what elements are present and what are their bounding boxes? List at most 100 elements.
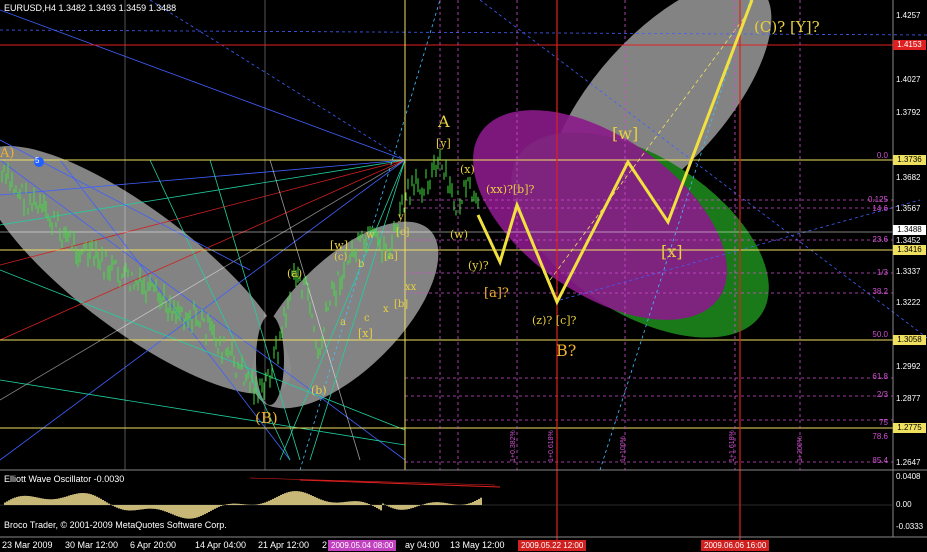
osc-bar: [92, 494, 94, 505]
osc-bar: [176, 505, 178, 517]
osc-bar: [430, 502, 432, 505]
osc-bar: [158, 505, 160, 510]
price-box-current: 1.3488: [893, 225, 926, 235]
fib-label: 50.0: [872, 330, 888, 339]
osc-bar: [114, 505, 116, 507]
osc-bar: [74, 494, 76, 505]
osc-bar: [418, 505, 420, 506]
osc-bar: [386, 505, 388, 506]
osc-bar: [472, 502, 474, 505]
osc-bar: [138, 505, 140, 510]
osc-bar: [18, 496, 20, 505]
osc-bar: [108, 503, 110, 505]
time-box-red: 2009.05.22 12:00: [518, 540, 587, 551]
osc-bar: [26, 495, 28, 505]
osc-bar: [68, 495, 70, 505]
price-label: 1.3682: [896, 173, 921, 182]
osc-bar: [278, 495, 280, 505]
osc-bar: [206, 505, 208, 514]
osc-bar: [146, 505, 148, 509]
osc-bar: [200, 505, 202, 516]
osc-bar: [88, 493, 90, 505]
osc-bar: [190, 505, 192, 519]
wave-label-y-bracket: [y]: [436, 137, 451, 150]
osc-bar: [4, 502, 6, 505]
osc-bar: [320, 499, 322, 505]
osc-bar: [444, 502, 446, 505]
fib-label: 1/3: [876, 268, 888, 277]
wave-label-w-bracket: [w]: [330, 239, 348, 252]
wave-label-a-left: A): [0, 146, 15, 161]
osc-bar: [468, 503, 470, 505]
price-chart[interactable]: [0, 0, 927, 552]
osc-bar: [86, 493, 88, 505]
osc-bar: [282, 494, 284, 505]
osc-bar: [356, 501, 358, 505]
price-box-yellow: 1.2775: [893, 423, 926, 433]
osc-scale-label: 0.00: [896, 500, 912, 509]
osc-bar: [96, 496, 98, 505]
osc-bar: [434, 502, 436, 505]
osc-bar: [48, 499, 50, 505]
osc-bar: [60, 497, 62, 505]
osc-bar: [304, 492, 306, 505]
osc-bar: [126, 505, 128, 511]
osc-bar: [274, 497, 276, 505]
fib-label: 14.6: [872, 204, 888, 213]
fib-label: 85.4: [872, 456, 888, 465]
osc-bar: [344, 501, 346, 505]
price-label: 1.4257: [896, 11, 921, 20]
fib-label: 0.125: [867, 195, 888, 204]
osc-bar: [402, 505, 404, 510]
fib-label: 61.8: [872, 372, 888, 381]
osc-bar: [316, 497, 318, 505]
oscillator-label: Elliott Wave Oscillator -0.0030: [4, 474, 125, 484]
osc-bar: [150, 505, 152, 509]
osc-bar: [424, 503, 426, 505]
osc-bar: [106, 502, 108, 505]
time-fib-label: 1+1.618%: [729, 430, 736, 462]
osc-bar: [118, 505, 120, 509]
osc-bar: [268, 500, 270, 505]
osc-bar: [154, 505, 156, 509]
wave-label-w-small: w: [366, 230, 375, 241]
osc-bar: [352, 501, 354, 505]
osc-bar: [422, 504, 424, 505]
osc-bar: [8, 500, 10, 505]
osc-bar: [102, 500, 104, 505]
osc-bar: [464, 504, 466, 505]
osc-bar: [236, 503, 238, 505]
fib-label: 23.6: [872, 235, 888, 244]
time-box-red: 2009.06.06 16:00: [701, 540, 770, 551]
osc-bar: [212, 505, 214, 510]
osc-bar: [306, 493, 308, 505]
time-label: ay 04:00: [405, 540, 440, 550]
osc-bar: [382, 503, 384, 505]
osc-bar: [116, 505, 118, 508]
osc-bar: [302, 492, 304, 505]
osc-bar: [350, 501, 352, 505]
osc-bar: [452, 504, 454, 505]
osc-bar: [162, 505, 164, 511]
osc-bar: [466, 504, 468, 505]
osc-bar: [322, 500, 324, 505]
osc-bar: [432, 502, 434, 505]
osc-bar: [64, 496, 66, 505]
osc-bar: [368, 504, 370, 505]
osc-bar: [318, 498, 320, 505]
osc-bar: [338, 502, 340, 505]
wave-label-b: B?: [556, 341, 577, 360]
osc-bar: [192, 505, 194, 519]
osc-bar: [276, 496, 278, 505]
osc-bar: [372, 505, 374, 506]
wave-label-cy: (C)? [Y]?: [754, 18, 820, 36]
wave-label-c-bracket: [c]: [396, 227, 410, 238]
osc-bar: [208, 505, 210, 512]
time-fib-label: 1+200%: [797, 436, 804, 462]
time-label: 13 May 12:00: [450, 540, 505, 550]
osc-bar: [256, 504, 258, 505]
osc-bar: [10, 499, 12, 505]
fib-label: 75: [879, 418, 888, 427]
osc-bar: [348, 501, 350, 505]
osc-bar: [94, 495, 96, 505]
